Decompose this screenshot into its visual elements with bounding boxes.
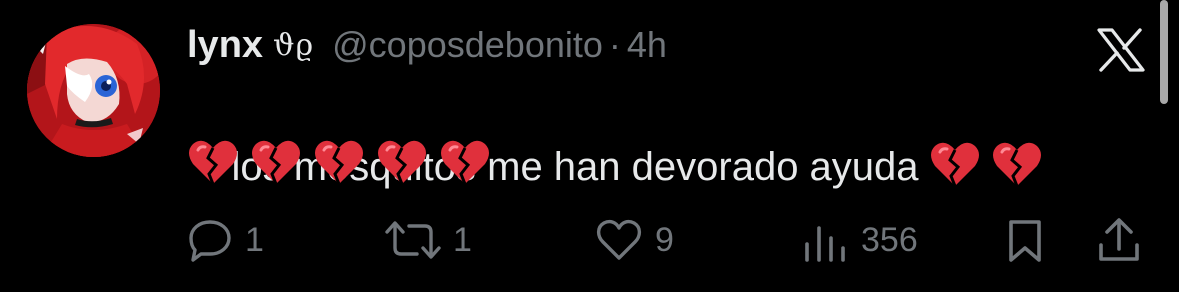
tweet[interactable]: lynx ϑϱ @coposdebonito · 4h los mosquito…: [0, 0, 1179, 292]
share-icon: [1097, 217, 1141, 263]
broken-heart-emoji: [250, 138, 302, 186]
views-icon: [801, 218, 849, 262]
tweet-text-emoji-line: [187, 134, 502, 190]
broken-heart-emoji: [929, 140, 981, 188]
bookmark-icon: [1005, 218, 1045, 262]
broken-heart-emoji: [187, 138, 239, 186]
bookmark-button[interactable]: [1005, 214, 1045, 266]
avatar-illustration: [27, 24, 160, 157]
display-name[interactable]: lynx: [187, 24, 263, 67]
tweet-timestamp[interactable]: 4h: [627, 24, 667, 66]
avatar[interactable]: [27, 24, 160, 157]
views-button[interactable]: 356: [801, 214, 918, 266]
tweet-action-bar: 1 1 9 356: [187, 214, 1147, 266]
display-name-symbols: ϑϱ: [273, 27, 315, 63]
repost-count: 1: [453, 220, 472, 259]
repost-button[interactable]: 1: [385, 214, 472, 266]
x-logo-icon: [1097, 28, 1145, 72]
heart-icon: [595, 218, 643, 262]
reply-icon: [187, 218, 233, 262]
like-count: 9: [655, 220, 674, 259]
repost-icon: [385, 218, 441, 262]
user-handle[interactable]: @coposdebonito: [332, 24, 603, 66]
view-count: 356: [861, 220, 918, 259]
broken-heart-emoji: [991, 140, 1043, 188]
broken-heart-emoji: [439, 138, 491, 186]
share-button[interactable]: [1097, 214, 1141, 266]
scrollbar-thumb[interactable]: [1160, 0, 1168, 104]
tweet-header: lynx ϑϱ @coposdebonito · 4h: [187, 20, 667, 70]
separator-dot: ·: [608, 24, 621, 65]
broken-heart-emoji: [313, 138, 365, 186]
reply-button[interactable]: 1: [187, 214, 264, 266]
reply-count: 1: [245, 220, 264, 259]
like-button[interactable]: 9: [595, 214, 674, 266]
broken-heart-emoji: [376, 138, 428, 186]
